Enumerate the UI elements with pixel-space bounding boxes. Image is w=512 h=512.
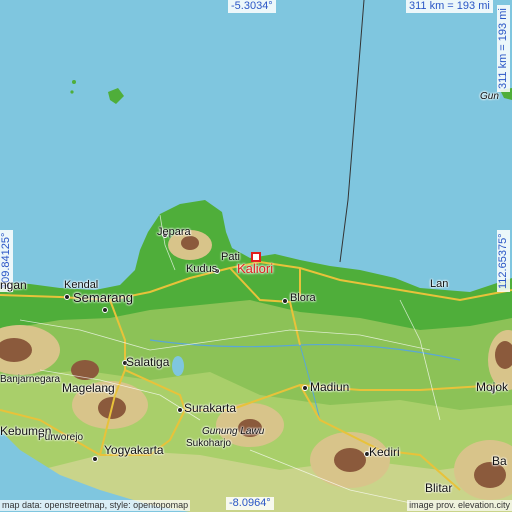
coord-right: 112.65375° [497, 230, 510, 292]
scale-vertical: 311 km = 193 mi [497, 5, 510, 92]
map-canvas[interactable]: -5.3034° -8.0964° 109.84125° 112.65375° … [0, 0, 512, 512]
city-label-sukoharjo: Sukoharjo [186, 438, 232, 449]
city-label-jepara: Jepara [157, 226, 191, 238]
attribution-left: map data: openstreetmap, style: opentopo… [0, 500, 191, 511]
city-label-madiun: Madiun [310, 380, 350, 394]
city-dot [102, 307, 108, 313]
city-label-batu: Ba [492, 454, 507, 468]
place-label: Kaliori [237, 261, 274, 276]
city-label-kudus: Kudus [186, 263, 218, 275]
city-label-pekalongan: ngan [0, 278, 27, 292]
peak-label-top: Gun [480, 91, 499, 102]
city-label-magelang: Magelang [62, 381, 115, 395]
city-label-kediri: Kediri [369, 445, 400, 459]
city-label-purworejo: Purworejo [38, 432, 84, 443]
city-dot [302, 385, 308, 391]
city-label-semarang: Semarang [73, 290, 133, 305]
city-label-banjarnegara: Banjarnegara [0, 374, 61, 385]
city-dot [177, 407, 183, 413]
city-dot [64, 294, 70, 300]
city-label-mojokerto: Mojok [476, 380, 509, 394]
city-label-blora: Blora [290, 292, 316, 304]
city-label-surakarta: Surakarta [184, 401, 237, 415]
coord-top: -5.3034° [228, 0, 276, 13]
scale-horizontal: 311 km = 193 mi [406, 0, 493, 13]
city-label-yogyakarta: Yogyakarta [104, 443, 164, 457]
coord-bottom: -8.0964° [226, 497, 274, 510]
peak-label-gunung-lawu: Gunung Lawu [202, 426, 265, 437]
city-label-salatiga: Salatiga [126, 355, 170, 369]
city-dot [92, 456, 98, 462]
city-label-lamongan: Lan [430, 278, 449, 290]
city-dot [282, 298, 288, 304]
attribution-right: image prov. elevation.city [407, 500, 512, 511]
city-label-pati: Pati [221, 251, 240, 263]
city-label-blitar: Blitar [425, 481, 453, 495]
